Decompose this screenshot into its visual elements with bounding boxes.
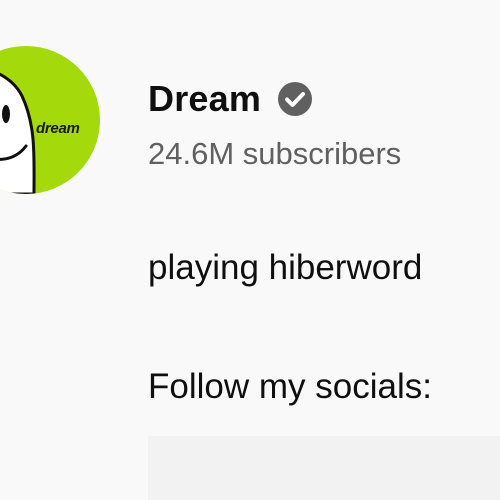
avatar-logo-text: dream xyxy=(36,120,80,137)
channel-title-row: Dream xyxy=(148,76,313,122)
channel-name[interactable]: Dream xyxy=(148,76,261,122)
links-panel xyxy=(148,436,500,500)
channel-avatar[interactable]: dream xyxy=(0,46,100,194)
subscriber-count: 24.6M subscribers xyxy=(148,136,402,171)
channel-about-page: dream Dream 24.6M subscribers playing hi… xyxy=(0,0,500,500)
description-line: Follow my socials: xyxy=(148,367,432,406)
verified-check-icon xyxy=(277,81,313,117)
description-line: playing hiberword xyxy=(148,248,423,287)
